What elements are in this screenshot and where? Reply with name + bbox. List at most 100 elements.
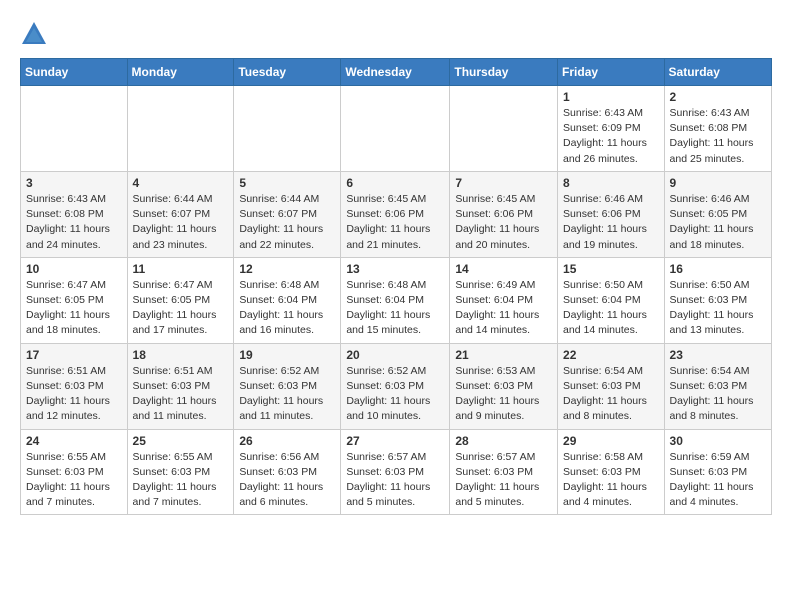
day-info: Sunrise: 6:54 AMSunset: 6:03 PMDaylight:… [563, 364, 659, 425]
column-header-sunday: Sunday [21, 59, 128, 86]
calendar-day-cell [21, 86, 128, 172]
day-number: 27 [346, 434, 444, 448]
column-header-thursday: Thursday [450, 59, 558, 86]
day-info: Sunrise: 6:46 AMSunset: 6:05 PMDaylight:… [670, 192, 766, 253]
calendar-day-cell: 1Sunrise: 6:43 AMSunset: 6:09 PMDaylight… [558, 86, 665, 172]
day-info: Sunrise: 6:55 AMSunset: 6:03 PMDaylight:… [26, 450, 122, 511]
day-info: Sunrise: 6:55 AMSunset: 6:03 PMDaylight:… [133, 450, 229, 511]
day-info: Sunrise: 6:54 AMSunset: 6:03 PMDaylight:… [670, 364, 766, 425]
day-number: 14 [455, 262, 552, 276]
day-info: Sunrise: 6:51 AMSunset: 6:03 PMDaylight:… [133, 364, 229, 425]
calendar-day-cell: 30 Sunrise: 6:59 AMSunset: 6:03 PMDayligh… [664, 429, 771, 515]
day-info: Sunrise: 6:59 AMSunset: 6:03 PMDaylight:… [670, 450, 766, 511]
calendar-week-row: 1Sunrise: 6:43 AMSunset: 6:09 PMDaylight… [21, 86, 772, 172]
day-number: 19 [239, 348, 335, 362]
calendar-day-cell [450, 86, 558, 172]
day-number: 5 [239, 176, 335, 190]
day-number: 10 [26, 262, 122, 276]
page-header [20, 20, 772, 48]
day-number: 23 [670, 348, 766, 362]
logo [20, 20, 52, 48]
calendar-day-cell: 18 Sunrise: 6:51 AMSunset: 6:03 PMDayligh… [127, 343, 234, 429]
day-number: 26 [239, 434, 335, 448]
calendar-day-cell: 6 Sunrise: 6:45 AMSunset: 6:06 PMDaylight… [341, 171, 450, 257]
day-info: Sunrise: 6:43 AMSunset: 6:08 PMDaylight:… [670, 106, 766, 167]
calendar-day-cell: 10 Sunrise: 6:47 AMSunset: 6:05 PMDayligh… [21, 257, 128, 343]
day-info: Sunrise: 6:43 AMSunset: 6:08 PMDaylight:… [26, 192, 122, 253]
day-number: 4 [133, 176, 229, 190]
day-number: 7 [455, 176, 552, 190]
calendar-day-cell: 13 Sunrise: 6:48 AMSunset: 6:04 PMDayligh… [341, 257, 450, 343]
column-header-friday: Friday [558, 59, 665, 86]
day-info: Sunrise: 6:46 AMSunset: 6:06 PMDaylight:… [563, 192, 659, 253]
calendar-day-cell: 29Sunrise: 6:58 AMSunset: 6:03 PMDayligh… [558, 429, 665, 515]
calendar-day-cell: 3 Sunrise: 6:43 AMSunset: 6:08 PMDaylight… [21, 171, 128, 257]
calendar-day-cell: 23 Sunrise: 6:54 AMSunset: 6:03 PMDayligh… [664, 343, 771, 429]
column-header-saturday: Saturday [664, 59, 771, 86]
day-number: 11 [133, 262, 229, 276]
day-number: 1 [563, 90, 659, 104]
day-info: Sunrise: 6:49 AMSunset: 6:04 PMDaylight:… [455, 278, 552, 339]
day-info: Sunrise: 6:50 AMSunset: 6:03 PMDaylight:… [670, 278, 766, 339]
calendar-week-row: 24 Sunrise: 6:55 AMSunset: 6:03 PMDayligh… [21, 429, 772, 515]
day-info: Sunrise: 6:45 AMSunset: 6:06 PMDaylight:… [346, 192, 444, 253]
day-number: 21 [455, 348, 552, 362]
calendar-day-cell: 8 Sunrise: 6:46 AMSunset: 6:06 PMDaylight… [558, 171, 665, 257]
day-number: 30 [670, 434, 766, 448]
calendar-table: SundayMondayTuesdayWednesdayThursdayFrid… [20, 58, 772, 515]
day-number: 16 [670, 262, 766, 276]
day-info: Sunrise: 6:52 AMSunset: 6:03 PMDaylight:… [346, 364, 444, 425]
calendar-week-row: 3 Sunrise: 6:43 AMSunset: 6:08 PMDaylight… [21, 171, 772, 257]
calendar-day-cell: 25 Sunrise: 6:55 AMSunset: 6:03 PMDayligh… [127, 429, 234, 515]
day-info: Sunrise: 6:44 AMSunset: 6:07 PMDaylight:… [239, 192, 335, 253]
calendar-day-cell [127, 86, 234, 172]
day-info: Sunrise: 6:45 AMSunset: 6:06 PMDaylight:… [455, 192, 552, 253]
calendar-day-cell: 2Sunrise: 6:43 AMSunset: 6:08 PMDaylight… [664, 86, 771, 172]
column-header-monday: Monday [127, 59, 234, 86]
day-number: 6 [346, 176, 444, 190]
day-info: Sunrise: 6:48 AMSunset: 6:04 PMDaylight:… [346, 278, 444, 339]
calendar-day-cell: 16 Sunrise: 6:50 AMSunset: 6:03 PMDayligh… [664, 257, 771, 343]
day-number: 9 [670, 176, 766, 190]
day-info: Sunrise: 6:51 AMSunset: 6:03 PMDaylight:… [26, 364, 122, 425]
calendar-day-cell [341, 86, 450, 172]
calendar-day-cell: 22 Sunrise: 6:54 AMSunset: 6:03 PMDayligh… [558, 343, 665, 429]
day-info: Sunrise: 6:44 AMSunset: 6:07 PMDaylight:… [133, 192, 229, 253]
day-number: 17 [26, 348, 122, 362]
day-number: 13 [346, 262, 444, 276]
day-number: 18 [133, 348, 229, 362]
calendar-day-cell: 26 Sunrise: 6:56 AMSunset: 6:03 PMDayligh… [234, 429, 341, 515]
day-number: 12 [239, 262, 335, 276]
calendar-day-cell: 12 Sunrise: 6:48 AMSunset: 6:04 PMDayligh… [234, 257, 341, 343]
calendar-week-row: 10 Sunrise: 6:47 AMSunset: 6:05 PMDayligh… [21, 257, 772, 343]
calendar-day-cell: 9 Sunrise: 6:46 AMSunset: 6:05 PMDaylight… [664, 171, 771, 257]
day-info: Sunrise: 6:47 AMSunset: 6:05 PMDaylight:… [26, 278, 122, 339]
day-number: 25 [133, 434, 229, 448]
day-number: 8 [563, 176, 659, 190]
day-number: 24 [26, 434, 122, 448]
day-info: Sunrise: 6:52 AMSunset: 6:03 PMDaylight:… [239, 364, 335, 425]
calendar-header-row: SundayMondayTuesdayWednesdayThursdayFrid… [21, 59, 772, 86]
calendar-day-cell: 21 Sunrise: 6:53 AMSunset: 6:03 PMDayligh… [450, 343, 558, 429]
calendar-day-cell: 20 Sunrise: 6:52 AMSunset: 6:03 PMDayligh… [341, 343, 450, 429]
calendar-day-cell: 28Sunrise: 6:57 AMSunset: 6:03 PMDayligh… [450, 429, 558, 515]
day-info: Sunrise: 6:47 AMSunset: 6:05 PMDaylight:… [133, 278, 229, 339]
calendar-day-cell: 7 Sunrise: 6:45 AMSunset: 6:06 PMDaylight… [450, 171, 558, 257]
calendar-day-cell: 14 Sunrise: 6:49 AMSunset: 6:04 PMDayligh… [450, 257, 558, 343]
day-info: Sunrise: 6:57 AMSunset: 6:03 PMDaylight:… [455, 450, 552, 511]
calendar-day-cell: 24 Sunrise: 6:55 AMSunset: 6:03 PMDayligh… [21, 429, 128, 515]
day-info: Sunrise: 6:56 AMSunset: 6:03 PMDaylight:… [239, 450, 335, 511]
day-number: 22 [563, 348, 659, 362]
calendar-day-cell [234, 86, 341, 172]
day-info: Sunrise: 6:57 AMSunset: 6:03 PMDaylight:… [346, 450, 444, 511]
day-number: 20 [346, 348, 444, 362]
day-number: 3 [26, 176, 122, 190]
day-info: Sunrise: 6:53 AMSunset: 6:03 PMDaylight:… [455, 364, 552, 425]
calendar-week-row: 17 Sunrise: 6:51 AMSunset: 6:03 PMDayligh… [21, 343, 772, 429]
calendar-day-cell: 19 Sunrise: 6:52 AMSunset: 6:03 PMDayligh… [234, 343, 341, 429]
day-info: Sunrise: 6:48 AMSunset: 6:04 PMDaylight:… [239, 278, 335, 339]
column-header-wednesday: Wednesday [341, 59, 450, 86]
day-number: 15 [563, 262, 659, 276]
calendar-day-cell: 11 Sunrise: 6:47 AMSunset: 6:05 PMDayligh… [127, 257, 234, 343]
column-header-tuesday: Tuesday [234, 59, 341, 86]
